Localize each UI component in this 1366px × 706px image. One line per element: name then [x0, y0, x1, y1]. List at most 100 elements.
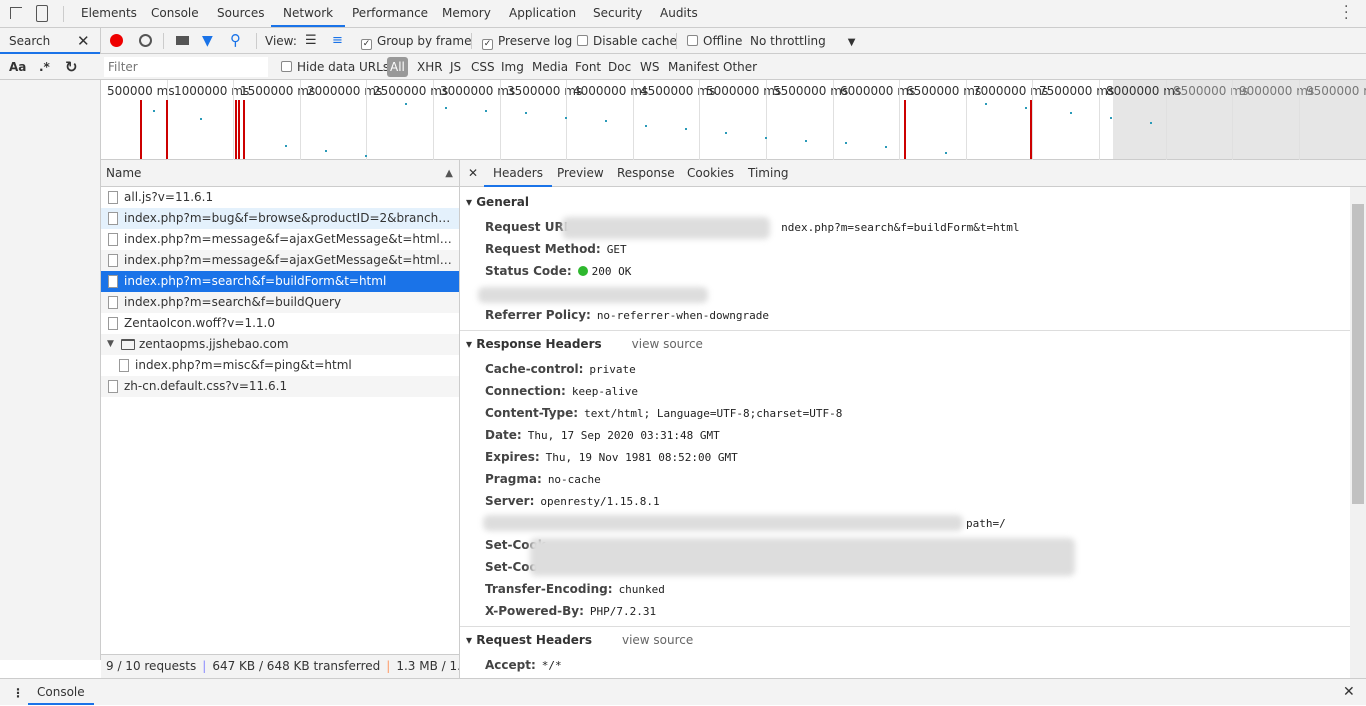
list-header[interactable]: Name ▲: [101, 160, 459, 187]
waterfall-icon[interactable]: ≡: [332, 28, 343, 54]
tab-application[interactable]: Application: [509, 0, 576, 27]
filter-input[interactable]: [104, 57, 268, 77]
large-rows-icon[interactable]: ☰: [305, 28, 317, 54]
request-row[interactable]: index.php?m=message&f=ajaxGetMessage&t=h…: [101, 250, 459, 271]
timeline-label: 6500000 ms: [906, 84, 982, 98]
filter-type-js[interactable]: JS: [450, 54, 461, 80]
filter-type-xhr[interactable]: XHR: [417, 54, 443, 80]
request-headers-section[interactable]: ▾ Request Headers view source: [466, 633, 693, 647]
refresh-icon[interactable]: ↻: [65, 54, 78, 80]
clear-icon[interactable]: [139, 34, 152, 47]
dropdown-icon: ▼: [847, 37, 856, 48]
tab-sources[interactable]: Sources: [217, 0, 264, 27]
close-detail-icon[interactable]: ✕: [468, 160, 478, 186]
request-name: all.js?v=11.6.1: [124, 190, 214, 204]
close-drawer-icon[interactable]: ✕: [1343, 679, 1355, 705]
offline-checkbox[interactable]: Offline: [687, 28, 742, 54]
filter-type-font[interactable]: Font: [575, 54, 601, 80]
header-row: X-Powered-By: PHP/7.2.31: [485, 601, 656, 621]
tab-security[interactable]: Security: [593, 0, 642, 27]
checkbox[interactable]: [577, 35, 588, 46]
timeline-request-dot: [1070, 112, 1072, 114]
request-row[interactable]: index.php?m=search&f=buildQuery: [101, 292, 459, 313]
tab-memory[interactable]: Memory: [442, 0, 491, 27]
throttling-select[interactable]: No throttling ▼: [750, 28, 855, 56]
request-row[interactable]: all.js?v=11.6.1: [101, 187, 459, 208]
drawer-menu-icon[interactable]: ⋮: [12, 680, 24, 706]
file-icon: [108, 212, 118, 225]
response-headers-section[interactable]: ▾ Response Headers view source: [466, 337, 703, 351]
detail-tab-headers[interactable]: Headers: [484, 160, 552, 187]
device-toolbar-icon[interactable]: [36, 5, 48, 22]
resource-size: 1.3 MB / 1.3 MB ...: [396, 659, 459, 673]
file-icon: [119, 359, 129, 372]
record-button[interactable]: [110, 34, 123, 47]
request-row[interactable]: ZentaoIcon.woff?v=1.1.0: [101, 313, 459, 334]
detail-tab-response[interactable]: Response: [608, 160, 684, 187]
tab-network[interactable]: Network: [271, 0, 346, 27]
value: ndex.php?m=search&f=buildForm&t=html: [781, 221, 1020, 234]
scrollbar-thumb[interactable]: [1352, 204, 1364, 504]
filter-type-img[interactable]: Img: [501, 54, 524, 80]
timeline-request-dot: [725, 132, 727, 134]
hide-data-urls-checkbox[interactable]: Hide data URLs: [281, 54, 389, 80]
drawer-tab-console[interactable]: Console: [28, 679, 94, 705]
disable-cache-checkbox[interactable]: Disable cache: [577, 28, 677, 54]
filter-type-manifest[interactable]: Manifest: [668, 54, 719, 80]
screenshot-icon[interactable]: [176, 36, 189, 45]
timeline-request-dot: [200, 118, 202, 120]
timeline-load-marker: [904, 100, 906, 159]
detail-scrollbar[interactable]: [1350, 187, 1366, 678]
match-case-button[interactable]: Aa: [9, 54, 26, 80]
tab-performance[interactable]: Performance: [352, 0, 428, 27]
request-row[interactable]: zh-cn.default.css?v=11.6.1: [101, 376, 459, 397]
filter-type-ws[interactable]: WS: [640, 54, 659, 80]
value: */*: [541, 659, 562, 672]
filter-icon[interactable]: ▼: [202, 28, 213, 54]
checkbox[interactable]: ✓: [482, 39, 493, 50]
value: private: [589, 363, 636, 376]
request-row[interactable]: index.php?m=bug&f=browse&productID=2&bra…: [101, 208, 459, 229]
regex-button[interactable]: .*: [39, 54, 50, 80]
expand-triangle-icon[interactable]: ▼: [107, 334, 114, 355]
timeline-gridline: [1232, 80, 1233, 160]
timeline-label: 4500000 ms: [640, 84, 716, 98]
detail-tab-cookies[interactable]: Cookies: [678, 160, 743, 187]
sort-ascending-icon: ▲: [445, 168, 453, 179]
request-row[interactable]: index.php?m=misc&f=ping&t=html: [101, 355, 459, 376]
checkbox[interactable]: [687, 35, 698, 46]
timeline-request-dot: [445, 107, 447, 109]
detail-tab-timing[interactable]: Timing: [739, 160, 798, 187]
request-row[interactable]: index.php?m=search&f=buildForm&t=html: [101, 271, 459, 292]
view-source-link[interactable]: view source: [622, 633, 693, 647]
request-row[interactable]: index.php?m=message&f=ajaxGetMessage&t=h…: [101, 229, 459, 250]
more-menu-icon[interactable]: · · ·: [1344, 0, 1348, 26]
frame-group-row[interactable]: ▼ zentaopms.jjshebao.com: [101, 334, 459, 355]
timeline-request-dot: [765, 137, 767, 139]
file-icon: [108, 233, 118, 246]
filter-type-doc[interactable]: Doc: [608, 54, 631, 80]
group-by-frame-checkbox[interactable]: ✓ Group by frame: [361, 28, 471, 54]
value: openresty/1.15.8.1: [540, 495, 660, 508]
timeline-request-dot: [845, 142, 847, 144]
key: Content-Type:: [485, 406, 579, 420]
view-source-link[interactable]: view source: [632, 337, 703, 351]
checkbox[interactable]: ✓: [361, 39, 372, 50]
timeline-gridline: [699, 80, 700, 160]
filter-type-all[interactable]: All: [387, 57, 408, 77]
tab-audits[interactable]: Audits: [660, 0, 698, 27]
close-search-icon[interactable]: ✕: [77, 28, 90, 54]
tab-console[interactable]: Console: [151, 0, 199, 27]
detail-tab-preview[interactable]: Preview: [548, 160, 613, 187]
filter-type-css[interactable]: CSS: [471, 54, 495, 80]
search-icon[interactable]: ⚲: [230, 27, 241, 53]
preserve-log-checkbox[interactable]: ✓ Preserve log: [482, 28, 572, 54]
name-column-header[interactable]: Name: [106, 166, 141, 180]
checkbox[interactable]: [281, 61, 292, 72]
filter-type-media[interactable]: Media: [532, 54, 568, 80]
tab-elements[interactable]: Elements: [81, 0, 137, 27]
frame-icon: [121, 339, 135, 350]
filter-type-other[interactable]: Other: [723, 54, 757, 80]
general-section[interactable]: ▾ General: [466, 195, 529, 209]
inspect-icon[interactable]: [10, 7, 22, 19]
